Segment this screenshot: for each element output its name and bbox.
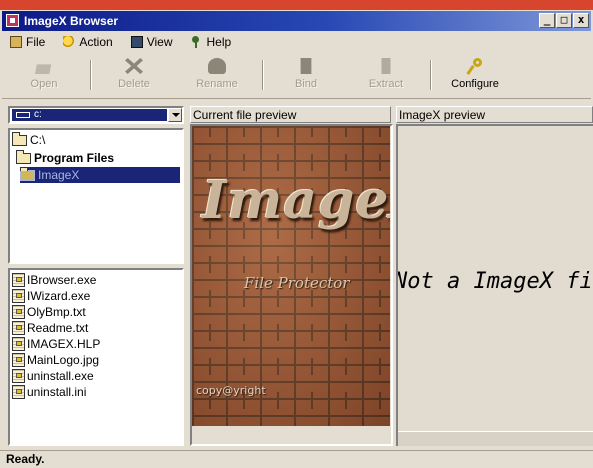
menu-view[interactable]: View (130, 35, 173, 49)
tree-item-label: Program Files (34, 151, 115, 165)
file-list[interactable]: IBrowser.exe IWizard.exe OlyBmp.txt Read… (8, 268, 184, 446)
extract-icon (381, 58, 391, 74)
imagex-preview-pane: Not a ImageX file (396, 124, 593, 446)
file-icon (12, 273, 25, 287)
rename-button[interactable]: Rename (184, 56, 250, 98)
delete-button[interactable]: Delete (102, 56, 166, 98)
open-button[interactable]: Open (12, 56, 76, 98)
list-item[interactable]: IBrowser.exe (12, 272, 100, 288)
folder-open-icon (12, 131, 27, 146)
folder-open-icon (20, 166, 35, 181)
extract-button[interactable]: Extract (354, 56, 418, 98)
preview-logo-text: ImageX (202, 170, 390, 231)
file-icon (12, 385, 25, 399)
delete-icon (125, 58, 143, 74)
menu-help[interactable]: Help (191, 35, 232, 49)
rename-button-label: Rename (196, 78, 238, 90)
extract-button-label: Extract (368, 78, 404, 90)
window-controls: _ □ x (539, 13, 589, 28)
pin-icon (191, 36, 203, 48)
file-name: uninstall.exe (27, 369, 94, 383)
preview-credit: copy@yright (196, 384, 266, 397)
bind-button[interactable]: Bind (274, 56, 338, 98)
list-item[interactable]: OlyBmp.txt (12, 304, 100, 320)
tree-item-label: ImageX (38, 168, 80, 182)
file-icon (12, 353, 25, 367)
configure-button-label: Configure (451, 78, 499, 90)
imagex-message: Not a ImageX file (396, 269, 593, 294)
list-item[interactable]: IMAGEX.HLP (12, 336, 100, 352)
window-title: ImageX Browser (24, 14, 119, 28)
drive-select-label: c: (34, 109, 42, 120)
folder-tree[interactable]: C:\ Program Files ImageX (8, 128, 184, 264)
bind-icon (300, 58, 312, 74)
configure-button[interactable]: Configure (440, 56, 510, 98)
file-name: IMAGEX.HLP (27, 337, 101, 351)
file-name: MainLogo.jpg (27, 353, 100, 367)
tree-item-root[interactable]: C:\ (12, 131, 46, 148)
file-name: IWizard.exe (27, 289, 91, 303)
lightbulb-icon (63, 36, 76, 48)
menu-file-label: File (26, 35, 46, 49)
chevron-down-icon[interactable] (168, 108, 182, 122)
file-name: OlyBmp.txt (27, 305, 86, 319)
bind-button-label: Bind (294, 78, 318, 90)
monitor-icon (130, 36, 143, 48)
list-item[interactable]: uninstall.ini (12, 384, 100, 400)
file-icon (12, 289, 25, 303)
top-edge-strip (0, 0, 593, 10)
title-bar[interactable]: ImageX Browser _ □ x (2, 11, 591, 31)
file-icon (12, 369, 25, 383)
open-button-label: Open (30, 78, 58, 90)
menu-help-label: Help (206, 35, 232, 49)
open-icon (35, 64, 52, 74)
tree-item-label: C:\ (30, 133, 46, 147)
file-name: Readme.txt (27, 321, 89, 335)
folder-icon (10, 36, 22, 48)
drive-icon (16, 112, 30, 118)
menu-view-label: View (146, 35, 173, 49)
preview-tagline: File Protector (244, 274, 350, 292)
app-icon[interactable] (6, 14, 19, 27)
drive-select-value: c: (12, 109, 167, 121)
minimize-button[interactable]: _ (539, 13, 555, 28)
file-icon (12, 305, 25, 319)
toolbar-separator (262, 60, 264, 90)
toolbar-separator (430, 60, 432, 90)
current-preview-header: Current file preview (190, 106, 391, 123)
maximize-button[interactable]: □ (556, 13, 572, 28)
horizontal-scrollbar[interactable] (398, 431, 593, 446)
imagex-preview-header: ImageX preview (396, 106, 593, 123)
list-item[interactable]: Readme.txt (12, 320, 100, 336)
menu-action-label: Action (79, 35, 113, 49)
list-item[interactable]: IWizard.exe (12, 288, 100, 304)
file-icon (12, 321, 25, 335)
menu-file[interactable]: File (10, 35, 45, 49)
delete-button-label: Delete (118, 78, 150, 90)
rename-icon (208, 58, 226, 74)
file-name: IBrowser.exe (27, 273, 97, 287)
toolbar-separator (90, 60, 92, 90)
list-item[interactable]: uninstall.exe (12, 368, 100, 384)
menu-action[interactable]: Action (63, 35, 113, 49)
tree-item-imagex[interactable]: ImageX (20, 166, 180, 183)
close-button[interactable]: x (573, 13, 589, 28)
status-bar: Ready. (0, 450, 593, 468)
file-icon (12, 337, 25, 351)
toolbar: Open Delete Rename Bind Extract Configur… (2, 54, 591, 99)
folder-open-icon (16, 149, 31, 164)
drive-select[interactable]: c: (8, 106, 184, 124)
file-name: uninstall.ini (27, 385, 87, 399)
tree-item-program-files[interactable]: Program Files (16, 149, 115, 166)
list-item[interactable]: MainLogo.jpg (12, 352, 100, 368)
menu-bar: File Action View Help (2, 32, 591, 52)
wrench-icon (466, 58, 484, 74)
preview-image: ImageX File Protector copy@yright (192, 126, 390, 426)
